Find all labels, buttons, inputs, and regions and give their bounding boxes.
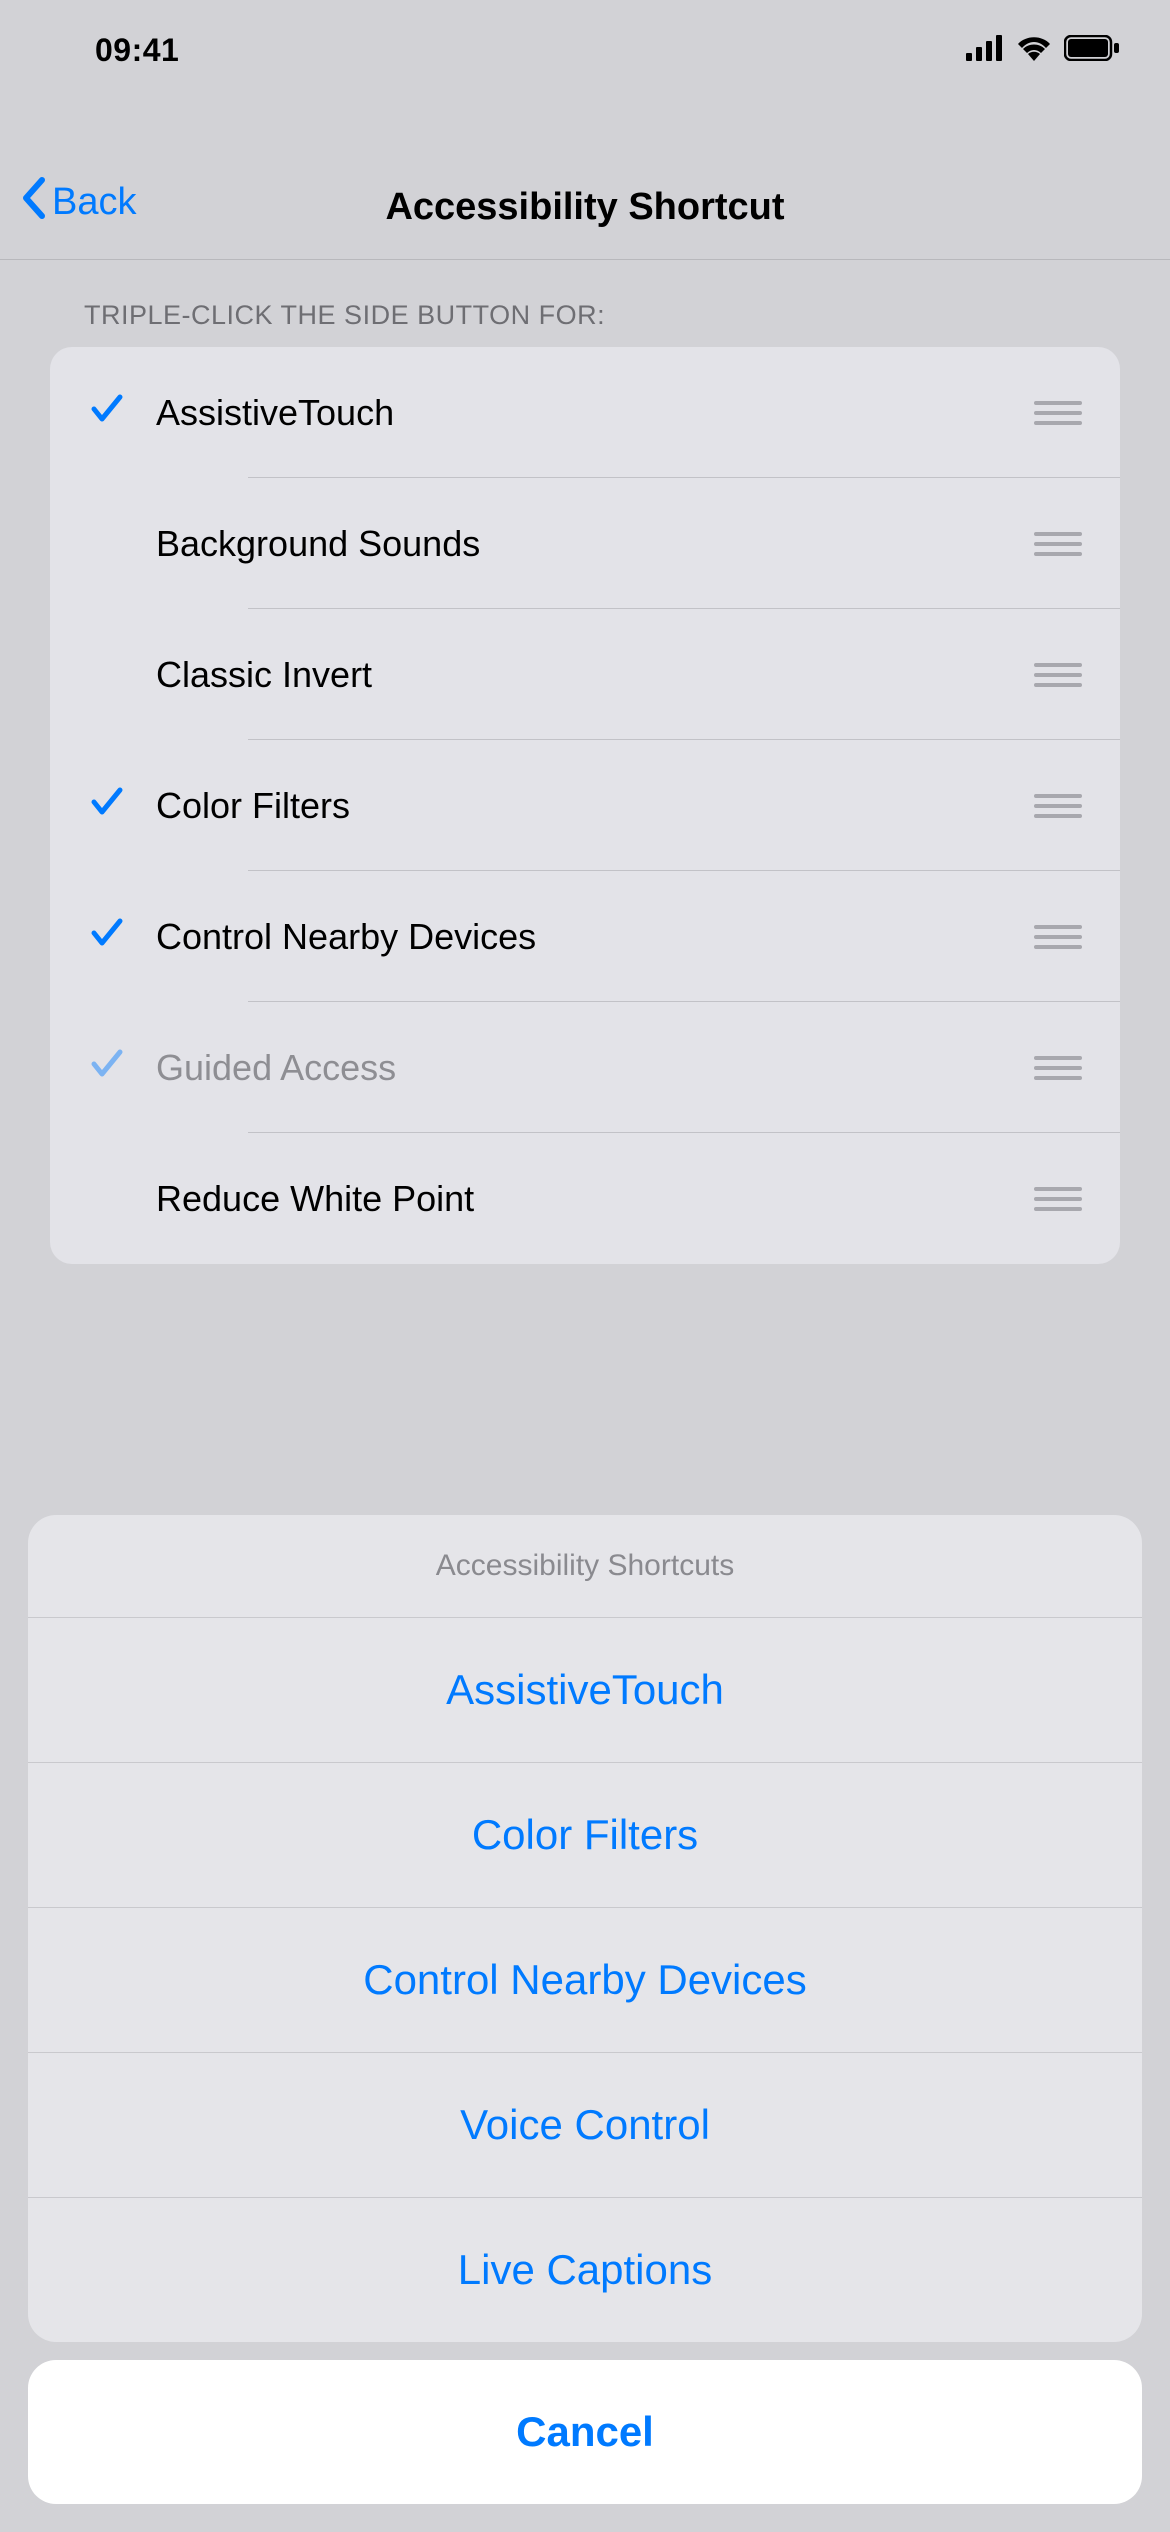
list-row[interactable]: Reduce White Point	[50, 1133, 1120, 1264]
action-sheet-container: Accessibility Shortcuts AssistiveTouchCo…	[0, 1515, 1170, 2532]
list-row[interactable]: Guided Access	[50, 1002, 1120, 1133]
row-label: Reduce White Point	[144, 1178, 1034, 1220]
chevron-left-icon	[20, 176, 46, 229]
action-sheet-option[interactable]: Control Nearby Devices	[28, 1907, 1142, 2052]
checkmark-icon	[88, 781, 126, 831]
list-row[interactable]: Background Sounds	[50, 478, 1120, 609]
checkmark-icon	[88, 1043, 126, 1093]
cellular-icon	[966, 35, 1004, 66]
back-button[interactable]: Back	[0, 176, 136, 229]
row-label: Background Sounds	[144, 523, 1034, 565]
reorder-grip-icon[interactable]	[1034, 401, 1090, 425]
action-sheet-option[interactable]: AssistiveTouch	[28, 1617, 1142, 1762]
cancel-button[interactable]: Cancel	[28, 2360, 1142, 2504]
check-column	[70, 388, 144, 438]
status-time: 09:41	[95, 32, 179, 69]
section-header: TRIPLE-CLICK THE SIDE BUTTON FOR:	[50, 300, 1120, 347]
page-title: Accessibility Shortcut	[0, 186, 1170, 229]
check-column	[70, 912, 144, 962]
list-row[interactable]: Control Nearby Devices	[50, 871, 1120, 1002]
battery-icon	[1064, 35, 1120, 66]
wifi-icon	[1016, 35, 1052, 66]
row-label: Control Nearby Devices	[144, 916, 1034, 958]
back-label: Back	[52, 181, 136, 224]
reorder-grip-icon[interactable]	[1034, 794, 1090, 818]
action-sheet-option[interactable]: Voice Control	[28, 2052, 1142, 2197]
checkmark-icon	[88, 388, 126, 438]
list-row[interactable]: Color Filters	[50, 740, 1120, 871]
row-label: AssistiveTouch	[144, 392, 1034, 434]
status-bar: 09:41	[0, 0, 1170, 100]
row-label: Guided Access	[144, 1047, 1034, 1089]
row-label: Color Filters	[144, 785, 1034, 827]
content: TRIPLE-CLICK THE SIDE BUTTON FOR: Assist…	[0, 260, 1170, 1264]
nav-bar: Back Accessibility Shortcut	[0, 100, 1170, 260]
action-sheet: Accessibility Shortcuts AssistiveTouchCo…	[28, 1515, 1142, 2342]
list-row[interactable]: Classic Invert	[50, 609, 1120, 740]
action-sheet-option[interactable]: Live Captions	[28, 2197, 1142, 2342]
list-row[interactable]: AssistiveTouch	[50, 347, 1120, 478]
reorder-grip-icon[interactable]	[1034, 663, 1090, 687]
checkmark-icon	[88, 912, 126, 962]
reorder-grip-icon[interactable]	[1034, 925, 1090, 949]
action-sheet-title: Accessibility Shortcuts	[28, 1515, 1142, 1617]
reorder-grip-icon[interactable]	[1034, 1056, 1090, 1080]
status-indicators	[966, 35, 1120, 66]
reorder-grip-icon[interactable]	[1034, 1187, 1090, 1211]
check-column	[70, 1043, 144, 1093]
check-column	[70, 781, 144, 831]
reorder-grip-icon[interactable]	[1034, 532, 1090, 556]
row-label: Classic Invert	[144, 654, 1034, 696]
action-sheet-option[interactable]: Color Filters	[28, 1762, 1142, 1907]
shortcut-list: AssistiveTouch Background Sounds Classic I…	[50, 347, 1120, 1264]
